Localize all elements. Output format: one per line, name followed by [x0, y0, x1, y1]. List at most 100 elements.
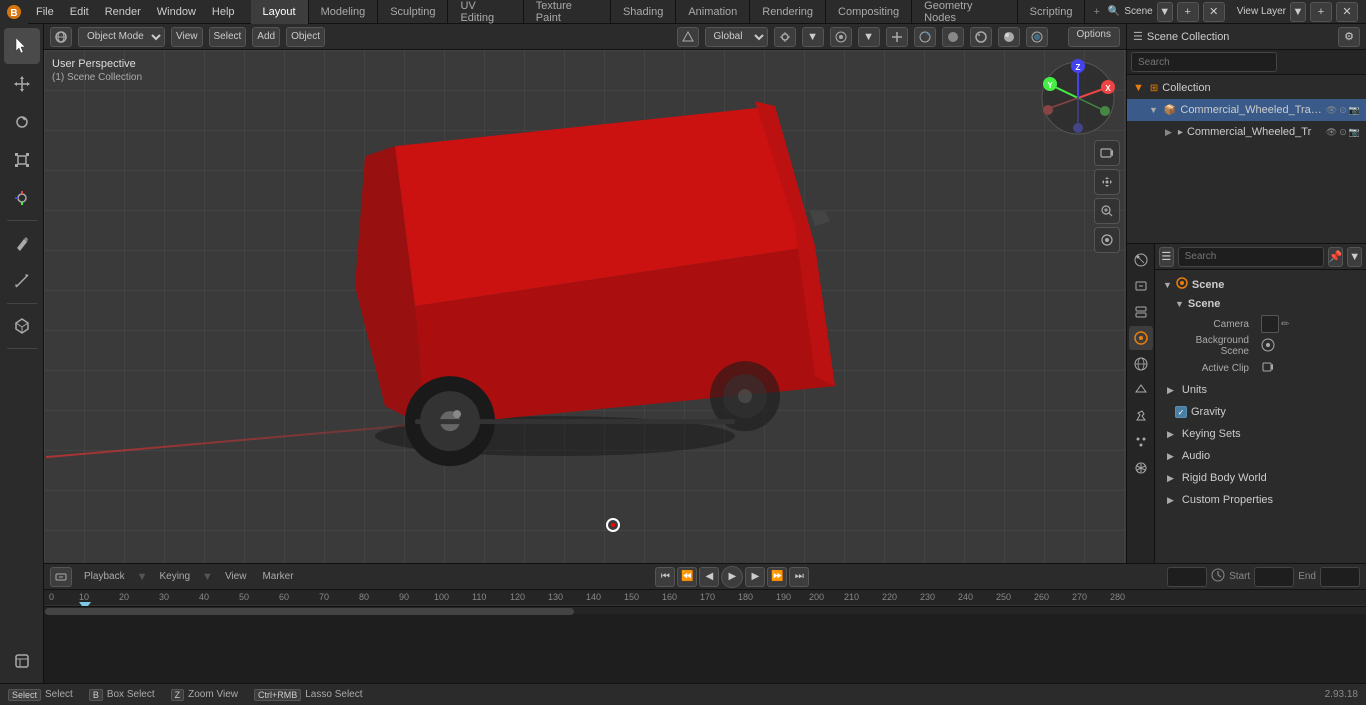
add-menu-btn[interactable]: Add: [252, 27, 280, 47]
view-layer-remove-btn[interactable]: ✕: [1336, 2, 1358, 22]
tab-texture-paint[interactable]: Texture Paint: [524, 0, 611, 25]
end-frame-input[interactable]: 250: [1320, 567, 1360, 587]
playback-btn[interactable]: Playback: [80, 569, 129, 584]
props-particles-icon[interactable]: [1129, 430, 1153, 454]
props-options-btn[interactable]: ▼: [1347, 247, 1362, 267]
show-gizmos[interactable]: [886, 27, 908, 47]
camera-eyedropper-icon[interactable]: ✏: [1281, 319, 1289, 330]
zoom-view-btn[interactable]: [1094, 198, 1120, 224]
start-frame-input[interactable]: 1: [1254, 567, 1294, 587]
tab-sculpting[interactable]: Sculpting: [378, 0, 448, 25]
viewport-3d[interactable]: User Perspective (1) Scene Collection: [44, 50, 1126, 563]
props-menu-btn[interactable]: ☰: [1159, 247, 1174, 267]
snap-toggle[interactable]: [774, 27, 796, 47]
tab-geometry-nodes[interactable]: Geometry Nodes: [912, 0, 1018, 25]
custom-props-section[interactable]: ▶ Custom Properties: [1159, 489, 1362, 511]
jump-to-end-btn[interactable]: ⏭: [789, 567, 809, 587]
scene-new-btn[interactable]: +: [1177, 2, 1199, 22]
scale-tool[interactable]: [4, 142, 40, 178]
rigid-body-section[interactable]: ▶ Rigid Body World: [1159, 467, 1362, 489]
menu-help[interactable]: Help: [204, 0, 243, 24]
scene-dropdown[interactable]: ▼: [1157, 2, 1173, 22]
props-output-icon[interactable]: [1129, 274, 1153, 298]
outliner-filter-btn[interactable]: ⚙: [1338, 27, 1360, 47]
step-back-btn[interactable]: ◀: [699, 567, 719, 587]
tab-shading[interactable]: Shading: [611, 0, 676, 25]
menu-edit[interactable]: Edit: [62, 0, 97, 24]
props-physics-icon[interactable]: [1129, 456, 1153, 480]
transform-dropdown[interactable]: Global Local Normal: [705, 27, 768, 47]
shading-mode-solid[interactable]: [942, 27, 964, 47]
proportional-options[interactable]: ▼: [858, 27, 880, 47]
timeline-view-btn[interactable]: View: [221, 569, 251, 584]
tab-layout[interactable]: Layout: [251, 0, 309, 25]
prev-keyframe-btn[interactable]: ⏪: [677, 567, 697, 587]
select-menu-btn[interactable]: Select: [209, 27, 247, 47]
tab-scripting[interactable]: Scripting: [1018, 0, 1086, 25]
gravity-checkbox[interactable]: [1175, 406, 1187, 418]
menu-file[interactable]: File: [28, 0, 62, 24]
props-view-layer-icon[interactable]: [1129, 300, 1153, 324]
props-scene-icon[interactable]: [1129, 326, 1153, 350]
outliner-sub-render-btn[interactable]: 📷: [1349, 127, 1360, 138]
viewport-gizmo[interactable]: X Y Z: [1038, 58, 1118, 138]
audio-section[interactable]: ▶ Audio: [1159, 445, 1362, 467]
scene-section-header[interactable]: ▼ Scene: [1159, 274, 1362, 295]
shading-material[interactable]: [1026, 27, 1048, 47]
shading-modes[interactable]: [970, 27, 992, 47]
tab-modeling[interactable]: Modeling: [309, 0, 379, 25]
view-type-icon[interactable]: [50, 27, 72, 47]
options-button[interactable]: Options: [1068, 27, 1120, 47]
props-render-icon[interactable]: [1129, 248, 1153, 272]
props-modifier-icon[interactable]: [1129, 404, 1153, 428]
annotate-tool[interactable]: [4, 225, 40, 261]
tab-compositing[interactable]: Compositing: [826, 0, 912, 25]
tab-animation[interactable]: Animation: [676, 0, 750, 25]
viewport-container[interactable]: Object Mode Edit Mode Sculpt Mode View S…: [44, 24, 1126, 563]
timeline-view-type-btn[interactable]: [50, 567, 72, 587]
object-menu-btn[interactable]: Object: [286, 27, 325, 47]
timeline-scrub[interactable]: 0 10 20 30 40 50 60 70 80 90 100 110 120…: [44, 590, 1366, 683]
timeline-scrollbar-thumb[interactable]: [45, 608, 574, 615]
props-search[interactable]: [1178, 247, 1324, 267]
props-pin-btn[interactable]: 📌: [1328, 247, 1344, 267]
measure-tool[interactable]: [4, 263, 40, 299]
add-cube-tool[interactable]: [4, 308, 40, 344]
outliner-sub-visibility-btn[interactable]: 👁: [1326, 127, 1337, 138]
transform-orient-icon[interactable]: [677, 27, 699, 47]
view-layer-new-btn[interactable]: +: [1310, 2, 1332, 22]
play-pause-btn[interactable]: ▶: [721, 566, 743, 588]
tab-rendering[interactable]: Rendering: [750, 0, 826, 25]
outliner-viewport-btn[interactable]: ⊙: [1339, 105, 1347, 116]
scene-remove-btn[interactable]: ✕: [1203, 2, 1225, 22]
outliner-item[interactable]: ▼ ⊞ Collection: [1127, 77, 1366, 99]
move-tool[interactable]: [4, 66, 40, 102]
view-layer-dropdown[interactable]: ▼: [1290, 2, 1306, 22]
timeline-scrollbar[interactable]: [44, 606, 1366, 614]
next-keyframe-btn[interactable]: ⏩: [767, 567, 787, 587]
snap-options[interactable]: ▼: [802, 27, 824, 47]
overlay-options[interactable]: [914, 27, 936, 47]
shading-rendered[interactable]: [998, 27, 1020, 47]
keying-btn[interactable]: Keying: [155, 569, 194, 584]
menu-render[interactable]: Render: [97, 0, 149, 24]
rotate-tool[interactable]: [4, 104, 40, 140]
menu-window[interactable]: Window: [149, 0, 204, 24]
step-forward-btn[interactable]: ▶: [745, 567, 765, 587]
outliner-item[interactable]: ▶ ▸ Commercial_Wheeled_Tr 👁 ⊙ 📷: [1127, 121, 1366, 143]
toggle-camera-btn[interactable]: [1094, 227, 1120, 253]
pan-view-btn[interactable]: [1094, 169, 1120, 195]
props-object-icon[interactable]: [1129, 378, 1153, 402]
tab-add-button[interactable]: +: [1085, 6, 1107, 18]
cursor-tool[interactable]: [4, 28, 40, 64]
transform-tool[interactable]: [4, 180, 40, 216]
camera-view-btn[interactable]: [1094, 140, 1120, 166]
outliner-search[interactable]: [1131, 52, 1277, 72]
view-menu-btn[interactable]: View: [171, 27, 203, 47]
outliner-visibility-btn[interactable]: 👁: [1326, 105, 1337, 116]
current-frame-input[interactable]: 1: [1167, 567, 1207, 587]
marker-btn[interactable]: Marker: [258, 569, 297, 584]
tab-uv-editing[interactable]: UV Editing: [448, 0, 523, 25]
keying-sets-section[interactable]: ▶ Keying Sets: [1159, 423, 1362, 445]
jump-to-start-btn[interactable]: ⏮: [655, 567, 675, 587]
